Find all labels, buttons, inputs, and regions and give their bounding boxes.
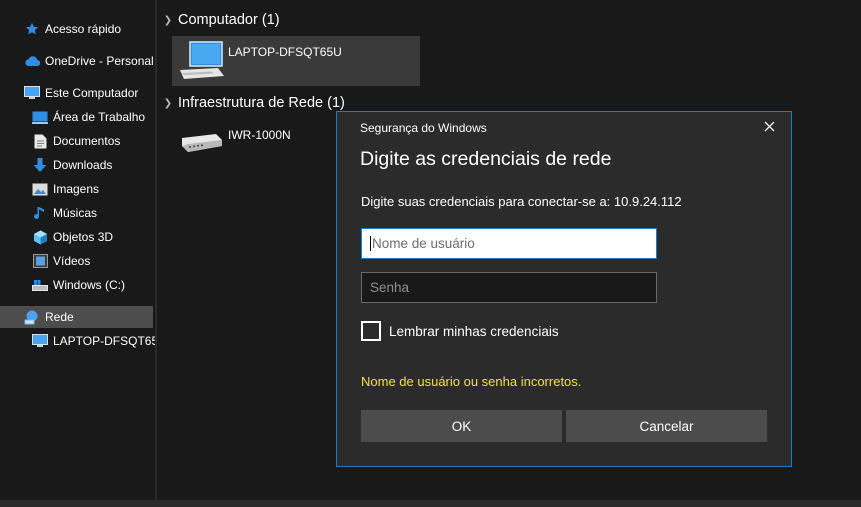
dialog-heading: Digite as credenciais de rede [360,148,612,170]
sidebar-item-label: Área de Trabalho [53,110,146,124]
password-input[interactable]: Senha [361,272,657,303]
sidebar-item-windows-drive[interactable]: Windows (C:) [0,274,153,296]
sidebar-item-label: Documentos [53,134,121,148]
status-bar [0,500,861,507]
computer-icon [32,333,48,349]
router-icon [176,124,226,169]
chevron-down-icon[interactable]: ❯ [161,15,175,26]
sidebar-item-music[interactable]: Músicas [0,202,153,224]
sidebar-item-label: Rede [45,310,74,324]
network-icon [24,309,40,325]
sidebar-item-downloads[interactable]: Downloads [0,154,153,176]
remember-credentials-option[interactable]: Lembrar minhas credenciais [361,320,559,342]
sidebar-item-network[interactable]: Rede [0,306,153,328]
group-header-label: Infraestrutura de Rede (1) [178,95,345,111]
chevron-down-icon[interactable]: ❯ [161,98,175,109]
sidebar-item-label: Windows (C:) [53,278,126,292]
sidebar-item-label: Este Computador [45,86,139,100]
video-film-icon [32,253,48,269]
text-cursor [370,236,371,251]
sidebar-item-videos[interactable]: Vídeos [0,250,153,272]
sidebar-item-3d-objects[interactable]: Objetos 3D [0,226,153,248]
dialog-message: Digite suas credenciais para conectar-se… [361,194,682,209]
sidebar-item-this-pc[interactable]: Este Computador [0,82,153,104]
credentials-dialog: Segurança do Windows Digite as credencia… [336,111,792,467]
dialog-title: Segurança do Windows [360,121,487,135]
sidebar-item-label: Acesso rápido [45,22,122,36]
sidebar-item-label: OneDrive - Personal [45,54,154,68]
sidebar-item-label: Objetos 3D [53,230,114,244]
music-note-icon [32,205,48,221]
cancel-button[interactable]: Cancelar [566,410,767,442]
download-arrow-icon [32,157,48,173]
ok-button[interactable]: OK [361,410,562,442]
tile-laptop[interactable]: LAPTOP-DFSQT65U [172,36,420,86]
pictures-icon [32,181,48,197]
sidebar-item-label: Downloads [53,158,113,172]
remember-credentials-label[interactable]: Lembrar minhas credenciais [389,324,559,339]
close-button[interactable] [754,116,784,140]
password-placeholder: Senha [370,280,410,295]
group-header-label: Computador (1) [178,12,280,28]
sidebar-item-label: LAPTOP-DFSQT65U [53,334,167,348]
sidebar-item-documents[interactable]: Documentos [0,130,153,152]
sidebar-item-quick-access[interactable]: Acesso rápido [0,18,153,40]
group-header-network-infrastructure[interactable]: ❯ Infraestrutura de Rede (1) [161,93,345,113]
navigation-pane: Acesso rápido OneDrive - Personal Este C… [0,0,167,500]
star-icon [24,21,40,37]
documents-icon [32,133,48,149]
computer-icon [24,85,40,101]
sidebar-item-onedrive[interactable]: OneDrive - Personal [0,50,154,72]
tile-label: LAPTOP-DFSQT65U [228,45,342,59]
sidebar-item-label: Músicas [53,206,98,220]
close-icon [764,119,775,137]
computer-icon [176,40,226,87]
sidebar-item-desktop[interactable]: Área de Trabalho [0,106,153,128]
cube-3d-icon [32,229,48,245]
sidebar-item-label: Vídeos [53,254,91,268]
drive-icon [32,277,48,293]
sidebar-item-label: Imagens [53,182,100,196]
error-message: Nome de usuário ou senha incorretos. [361,374,582,389]
cloud-icon [24,53,40,69]
username-placeholder: Nome de usuário [372,236,475,251]
group-header-computers[interactable]: ❯ Computador (1) [161,10,280,30]
remember-credentials-checkbox[interactable] [361,321,381,341]
desktop-folder-icon [32,109,48,125]
username-input[interactable]: Nome de usuário [361,228,657,259]
tile-label: IWR-1000N [228,128,291,142]
sidebar-item-laptop[interactable]: LAPTOP-DFSQT65U [0,330,167,352]
sidebar-item-pictures[interactable]: Imagens [0,178,153,200]
